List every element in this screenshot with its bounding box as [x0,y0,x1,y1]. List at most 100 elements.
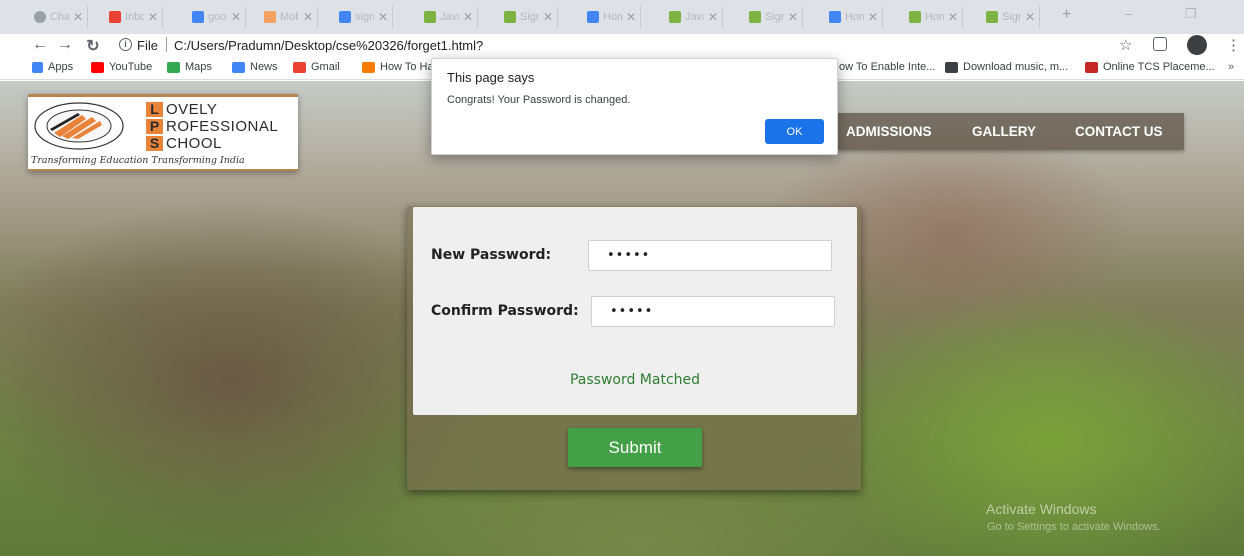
bookmark-news[interactable]: News [232,61,278,73]
tab-label: Inbo [125,11,144,23]
profile-avatar-icon[interactable] [1187,35,1207,55]
browser-menu-icon[interactable]: ⋮ [1226,36,1241,54]
close-tab-icon[interactable]: ✕ [231,10,241,24]
logo-tagline: Transforming Education Transforming Indi… [31,155,245,166]
browser-tab[interactable]: Sign ✕ [745,6,803,28]
bookmark-label: Download music, m... [963,61,1069,73]
more-bookmarks-icon[interactable]: » [1228,61,1234,73]
bookmark-tcs-placement[interactable]: Online TCS Placeme... [1085,61,1215,73]
bookmark-enable-inte[interactable]: ow To Enable Inte... [839,61,935,73]
browser-tab[interactable]: goo ✕ [188,6,246,28]
site-info-icon[interactable]: i [119,38,132,51]
alert-ok-button[interactable]: OK [765,119,824,144]
browser-tab[interactable]: Sign ✕ [982,6,1040,28]
bookmark-apps[interactable]: Apps [32,61,73,73]
close-tab-icon[interactable]: ✕ [463,10,473,24]
bookmark-label: Apps [48,61,74,73]
browser-tab[interactable]: Sign ✕ [500,6,558,28]
browser-tab[interactable]: Cha ✕ [30,6,88,28]
activate-windows-subtext: Go to Settings to activate Windows. [987,521,1161,533]
school-logo[interactable]: L OVELY P ROFESSIONAL S CHOOL Transformi… [28,94,298,171]
bookmark-label: Online TCS Placeme... [1103,61,1215,73]
tab-favicon-icon [264,11,276,23]
close-tab-icon[interactable]: ✕ [148,10,158,24]
bookmark-download-music[interactable]: Download music, m... [945,61,1068,73]
close-tab-icon[interactable]: ✕ [543,10,553,24]
maps-icon [167,61,180,73]
activate-windows-watermark: Activate Windows [986,501,1097,517]
logo-letter-box: S [146,135,163,151]
browser-tab[interactable]: Java ✕ [420,6,478,28]
url-scheme-label: File [137,38,158,53]
extension-icon[interactable] [1153,37,1167,51]
reload-icon[interactable]: ↻ [83,36,103,56]
browser-tab-strip: Cha ✕ Inbo ✕ goo ✕ Mob ✕ sign ✕ Java ✕ S… [0,0,1244,34]
alert-dialog: This page says Congrats! Your Password i… [431,58,838,155]
bookmark-label: YouTube [109,61,153,73]
bookmark-label: How To Ha [380,61,434,73]
restore-window-button[interactable]: ❐ [1185,6,1197,22]
browser-tab[interactable]: Java ✕ [665,6,723,28]
url-divider [166,37,167,52]
close-tab-icon[interactable]: ✕ [303,10,313,24]
bookmark-label: News [250,61,278,73]
tab-label: Hom [603,11,622,23]
tab-favicon-icon [587,11,599,23]
download-icon [945,61,958,73]
close-tab-icon[interactable]: ✕ [378,10,388,24]
youtube-icon [91,61,104,73]
forward-arrow-icon[interactable]: → [55,36,75,54]
tab-favicon-icon [909,11,921,23]
logo-word: ROFESSIONAL [166,117,279,135]
close-tab-icon[interactable]: ✕ [626,10,636,24]
close-tab-icon[interactable]: ✕ [788,10,798,24]
address-bar-input[interactable]: C:/Users/Pradumn/Desktop/cse%20326/forge… [174,38,483,53]
news-icon [232,61,245,73]
gmail-icon [293,61,306,73]
browser-tab[interactable]: Mob ✕ [260,6,318,28]
bookmark-maps[interactable]: Maps [167,61,212,73]
browser-tab[interactable]: Hom ✕ [583,6,641,28]
new-password-input[interactable]: ••••• [588,240,832,271]
tab-label: Sign [765,11,784,23]
close-tab-icon[interactable]: ✕ [73,10,83,24]
nav-admissions[interactable]: ADMISSIONS [846,124,932,139]
tab-label: Sign [520,11,539,23]
browser-tab[interactable]: Hom ✕ [905,6,963,28]
close-tab-icon[interactable]: ✕ [1025,10,1035,24]
tab-label: Hom [925,11,944,23]
bookmark-how-to[interactable]: How To Ha [362,61,434,73]
bookmark-label: ow To Enable Inte... [839,61,936,73]
logo-word: CHOOL [166,134,222,152]
back-arrow-icon[interactable]: ← [30,36,50,54]
browser-tab[interactable]: Inbo ✕ [105,6,163,28]
tab-label: Java [440,11,459,23]
blogger-icon [362,61,375,73]
bookmark-label: Gmail [311,61,340,73]
browser-toolbar: ← → ↻ i File C:/Users/Pradumn/Desktop/cs… [0,34,1244,58]
submit-button[interactable]: Submit [568,428,702,467]
new-tab-button[interactable]: + [1062,6,1071,24]
new-password-label: New Password: [431,247,552,263]
nav-gallery[interactable]: GALLERY [972,124,1036,139]
logo-word: OVELY [166,100,218,118]
close-tab-icon[interactable]: ✕ [868,10,878,24]
nav-contact-us[interactable]: CONTACT US [1075,124,1163,139]
alert-message: Congrats! Your Password is changed. [447,94,631,106]
minimize-window-button[interactable]: – [1125,6,1132,21]
bookmark-gmail[interactable]: Gmail [293,61,340,73]
confirm-password-input[interactable]: ••••• [591,296,835,327]
bookmark-label: Maps [185,61,212,73]
apps-grid-icon [32,61,43,73]
browser-tab[interactable]: Hom ✕ [825,6,883,28]
browser-tab[interactable]: sign ✕ [335,6,393,28]
logo-line-professional: P ROFESSIONAL [146,118,278,134]
close-tab-icon[interactable]: ✕ [948,10,958,24]
tab-label: goo [208,11,227,23]
bookmark-youtube[interactable]: YouTube [91,61,152,73]
bookmark-star-icon[interactable]: ☆ [1119,36,1132,54]
tab-label: Mob [280,11,299,23]
tab-label: Hom [845,11,864,23]
close-tab-icon[interactable]: ✕ [708,10,718,24]
tab-label: Java [685,11,704,23]
